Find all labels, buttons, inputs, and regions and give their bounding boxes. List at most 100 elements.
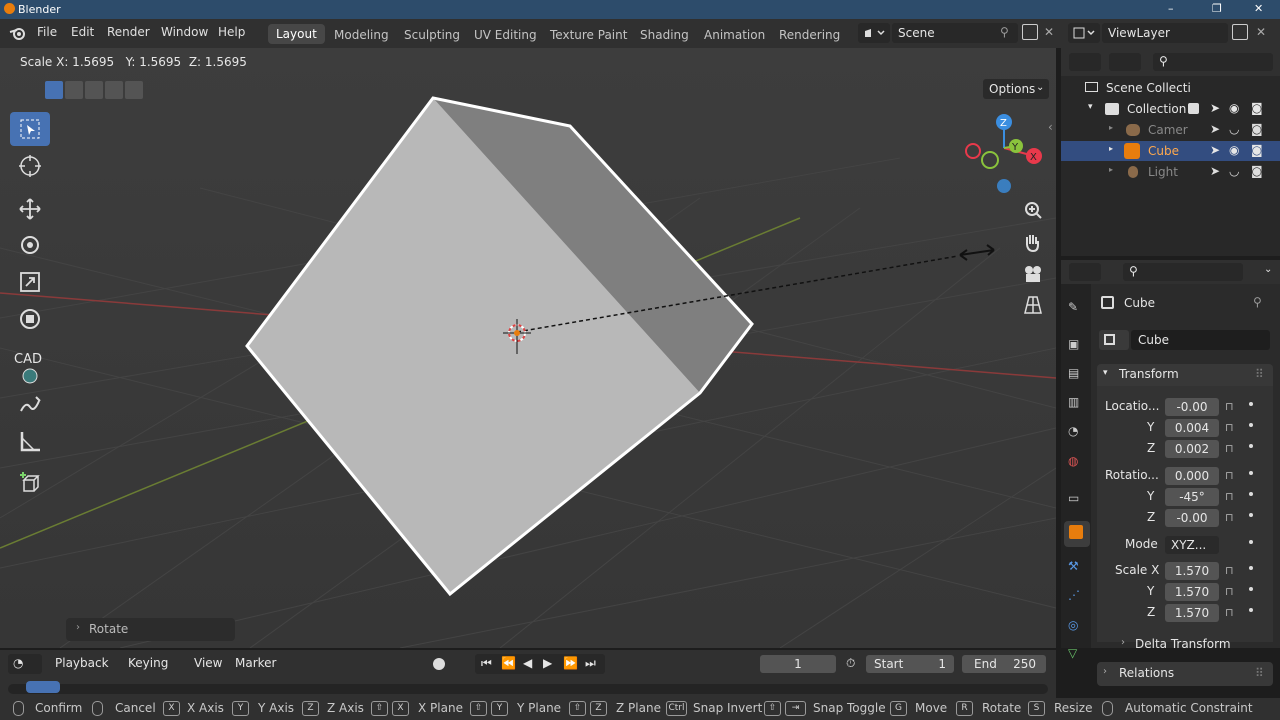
render-camera-icon[interactable]: ◙: [1251, 164, 1263, 178]
visibility-eye-icon[interactable]: ◉: [1229, 143, 1239, 157]
scene-name-field[interactable]: Scene ⚲: [892, 23, 1018, 43]
lock-icon[interactable]: ⊓: [1225, 421, 1234, 434]
keyframe-dot-icon[interactable]: [1249, 423, 1253, 427]
hidden-eye-icon[interactable]: ◡: [1229, 122, 1239, 136]
selectable-arrow-icon[interactable]: ➤: [1210, 101, 1220, 115]
delete-viewlayer-icon[interactable]: ✕: [1256, 25, 1266, 39]
drag-handle-icon[interactable]: ⠿: [1255, 367, 1264, 381]
properties-search-input[interactable]: ⚲: [1123, 263, 1243, 281]
jump-start-icon[interactable]: ⏮: [481, 656, 492, 671]
annotate-tool[interactable]: [10, 388, 50, 422]
lock-icon[interactable]: ⊓: [1225, 585, 1234, 598]
viewlayer-name-field[interactable]: ViewLayer: [1102, 23, 1228, 43]
render-camera-icon[interactable]: ◙: [1251, 143, 1263, 157]
current-frame-field[interactable]: 1: [760, 655, 836, 673]
tab-sculpting[interactable]: Sculpting: [404, 28, 460, 42]
sidebar-toggle-icon[interactable]: ‹: [1048, 120, 1053, 134]
new-scene-icon[interactable]: [1022, 24, 1038, 40]
lock-icon[interactable]: ⊓: [1225, 564, 1234, 577]
outliner-row-light[interactable]: ▸ Light ➤ ◡ ◙: [1061, 162, 1280, 182]
keyframe-dot-icon[interactable]: [1249, 513, 1253, 517]
3d-viewport[interactable]: Scale X: 1.5695 Y: 1.5695 Z: 1.5695 Opti…: [0, 48, 1056, 648]
scale-tool[interactable]: [10, 265, 50, 299]
scale-y-field[interactable]: 1.570: [1165, 583, 1219, 601]
camera-view-icon[interactable]: [1019, 260, 1047, 288]
move-tool[interactable]: [10, 192, 50, 226]
menu-edit[interactable]: Edit: [71, 25, 94, 39]
render-camera-icon[interactable]: ◙: [1251, 101, 1263, 115]
stopwatch-icon[interactable]: ⏱: [846, 656, 855, 671]
start-frame-field[interactable]: Start 1: [866, 655, 954, 673]
lock-icon[interactable]: ⊓: [1225, 511, 1234, 524]
jump-end-icon[interactable]: ⏭: [585, 656, 596, 671]
next-keyframe-icon[interactable]: ⏩: [563, 656, 578, 670]
transform-tool[interactable]: [10, 302, 50, 336]
location-x-field[interactable]: -0.00: [1165, 398, 1219, 416]
tab-texture-paint[interactable]: Texture Paint: [550, 28, 627, 42]
selectable-arrow-icon[interactable]: ➤: [1210, 122, 1220, 136]
object-tab[interactable]: [1064, 521, 1090, 547]
close-button[interactable]: ✕: [1254, 2, 1263, 15]
outliner-row-scene-collection[interactable]: Scene Collecti: [1061, 78, 1280, 98]
editor-type-icon[interactable]: [1069, 53, 1101, 71]
menu-help[interactable]: Help: [218, 25, 245, 39]
tool-tab-icon[interactable]: ✎: [1068, 300, 1078, 314]
select-subtract-icon[interactable]: [85, 81, 103, 99]
view-layer-tab-icon[interactable]: ▥: [1068, 395, 1079, 409]
playhead[interactable]: [26, 681, 60, 693]
hidden-eye-icon[interactable]: ◡: [1229, 164, 1239, 178]
select-invert-icon[interactable]: [105, 81, 123, 99]
modifier-wrench-icon[interactable]: ⚒: [1068, 559, 1079, 573]
lock-icon[interactable]: ⊓: [1225, 442, 1234, 455]
select-extend-icon[interactable]: [65, 81, 83, 99]
chevron-down-icon[interactable]: ⌄: [1264, 264, 1272, 275]
keyframe-dot-icon[interactable]: [1249, 471, 1253, 475]
marker-menu[interactable]: Marker: [235, 656, 276, 670]
delete-scene-icon[interactable]: ✕: [1044, 25, 1054, 39]
render-tab-icon[interactable]: ▣: [1068, 337, 1079, 351]
expand-arrow-icon[interactable]: ▸: [1109, 123, 1113, 132]
tab-animation[interactable]: Animation: [704, 28, 765, 42]
keyframe-dot-icon[interactable]: [1249, 402, 1253, 406]
pin-icon[interactable]: ⚲: [1253, 295, 1262, 309]
rotation-z-field[interactable]: -0.00: [1165, 509, 1219, 527]
relations-panel-header[interactable]: › Relations ⠿: [1097, 662, 1273, 686]
tab-rendering[interactable]: Rendering: [779, 28, 840, 42]
scene-tab-icon[interactable]: ◔: [1068, 424, 1078, 438]
maximize-button[interactable]: ❐: [1212, 2, 1222, 15]
physics-tab-icon[interactable]: ◎: [1068, 618, 1078, 632]
select-new-icon[interactable]: [45, 81, 63, 99]
keyframe-dot-icon[interactable]: [1249, 540, 1253, 544]
expand-arrow-icon[interactable]: ▾: [1088, 102, 1093, 112]
lock-icon[interactable]: ⊓: [1225, 469, 1234, 482]
view-menu[interactable]: View: [194, 656, 222, 670]
pan-hand-icon[interactable]: [1019, 229, 1047, 257]
data-tab-icon[interactable]: ▽: [1068, 646, 1077, 660]
last-operator-panel[interactable]: › Rotate: [66, 618, 235, 641]
object-name-field[interactable]: Cube: [1131, 330, 1270, 350]
select-intersect-icon[interactable]: [125, 81, 143, 99]
rotation-mode-dropdown[interactable]: XYZ...: [1165, 536, 1219, 554]
scale-z-field[interactable]: 1.570: [1165, 604, 1219, 622]
object-browse-button[interactable]: [1099, 330, 1129, 350]
drag-handle-icon[interactable]: ⠿: [1255, 666, 1264, 680]
prev-keyframe-icon[interactable]: ⏪: [501, 656, 516, 670]
exclude-checkbox[interactable]: [1188, 103, 1199, 114]
blender-menu-icon[interactable]: [9, 26, 27, 42]
outliner-row-cube[interactable]: ▸ Cube ➤ ◉ ◙: [1061, 141, 1280, 161]
lock-icon[interactable]: ⊓: [1225, 490, 1234, 503]
keyframe-dot-icon[interactable]: [1249, 587, 1253, 591]
outliner-row-collection[interactable]: ▾ Collection ➤ ◉ ◙: [1061, 99, 1280, 119]
orientation-gizmo[interactable]: Z Y X: [962, 110, 1046, 198]
viewlayer-selector-button[interactable]: [1068, 23, 1100, 43]
world-tab-icon[interactable]: ◍: [1068, 454, 1078, 468]
scale-x-field[interactable]: 1.570: [1165, 562, 1219, 580]
perspective-grid-icon[interactable]: [1019, 291, 1047, 319]
tab-layout[interactable]: Layout: [268, 24, 325, 44]
rotation-x-field[interactable]: 0.000: [1165, 467, 1219, 485]
delta-transform-subpanel[interactable]: › Delta Transform: [1117, 636, 1267, 656]
play-reverse-icon[interactable]: ◀: [523, 656, 532, 670]
measure-tool[interactable]: [10, 425, 50, 459]
cad-tool[interactable]: [10, 354, 50, 388]
minimize-button[interactable]: –: [1168, 2, 1174, 15]
